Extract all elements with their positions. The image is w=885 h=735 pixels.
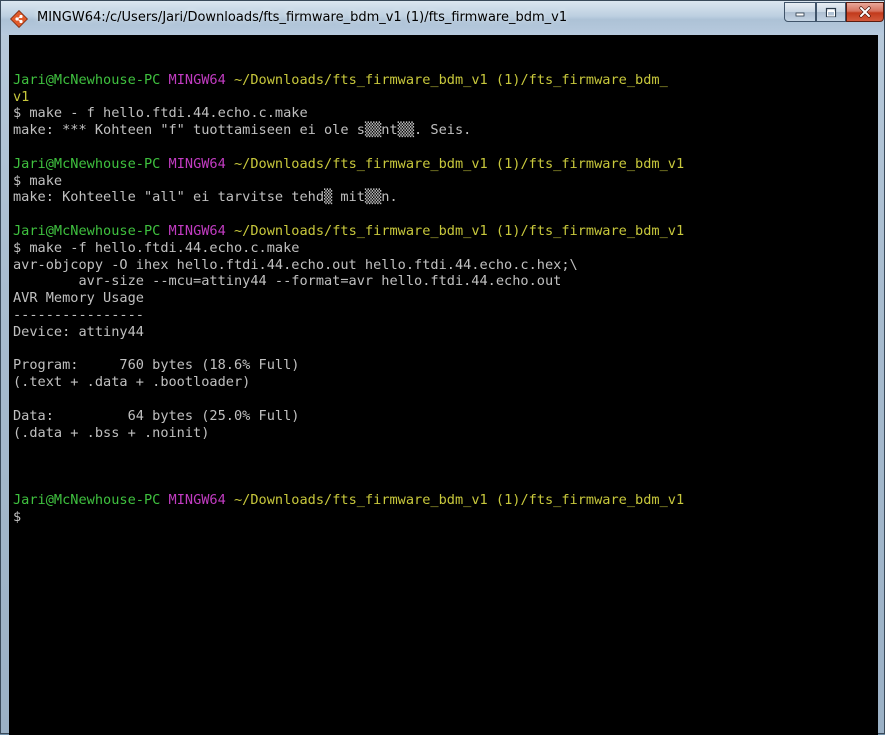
- terminal-window: MINGW64:/c/Users/Jari/Downloads/fts_firm…: [0, 0, 885, 735]
- terminal-segment-out: [226, 492, 234, 508]
- mingw-git-icon: [10, 10, 28, 28]
- terminal-segment-out: $ make -f hello.ftdi.44.echo.c.make: [13, 239, 300, 256]
- terminal-segment-out: avr-objcopy -O ihex hello.ftdi.44.echo.o…: [13, 256, 578, 273]
- terminal-segment-out: Program: 760 bytes (18.6% Full): [13, 357, 300, 374]
- terminal-segment-out: $ make: [13, 172, 63, 189]
- close-icon: [859, 6, 871, 18]
- terminal-segment-out: [160, 156, 168, 172]
- terminal-segment-out: [226, 156, 234, 172]
- terminal-segment-env: MINGW64: [168, 222, 226, 239]
- terminal-segment-out: make: *** Kohteen "f" tuottamiseen ei ol…: [13, 122, 472, 139]
- terminal-line: avr-size --mcu=attiny44 --format=avr hel…: [13, 273, 684, 290]
- terminal-line: $: [13, 509, 684, 526]
- terminal-scrollbar[interactable]: [870, 35, 878, 735]
- terminal-line: (.data + .bss + .noinit): [13, 425, 684, 442]
- terminal-segment-out: make: Kohteelle "all" ei tarvitse tehd▒ …: [13, 189, 398, 206]
- terminal-segment-out: (.text + .data + .bootloader): [13, 374, 251, 391]
- terminal-segment-out: (.data + .bss + .noinit): [13, 424, 210, 441]
- close-button[interactable]: [846, 2, 884, 22]
- terminal-segment-out: avr-size --mcu=attiny44 --format=avr hel…: [13, 273, 562, 290]
- terminal-line: v1: [13, 89, 684, 106]
- terminal-segment-env: MINGW64: [168, 155, 226, 172]
- title-bar[interactable]: MINGW64:/c/Users/Jari/Downloads/fts_firm…: [1, 1, 884, 35]
- terminal-line: Jari@McNewhouse-PC MINGW64 ~/Downloads/f…: [13, 223, 684, 240]
- terminal-line: (.text + .data + .bootloader): [13, 374, 684, 391]
- terminal-line: Program: 760 bytes (18.6% Full): [13, 357, 684, 374]
- terminal-segment-out: AVR Memory Usage: [13, 290, 144, 307]
- terminal-segment-out: $ make - f hello.ftdi.44.echo.c.make: [13, 105, 308, 122]
- terminal-line: $ make - f hello.ftdi.44.echo.c.make: [13, 105, 684, 122]
- maximize-button[interactable]: [816, 2, 846, 22]
- terminal-segment-out: Data: 64 bytes (25.0% Full): [13, 407, 300, 424]
- terminal-segment-out: [226, 72, 234, 88]
- terminal-segment-out: $: [13, 508, 22, 525]
- terminal-segment-out: ----------------: [13, 306, 144, 323]
- minimize-icon: [795, 12, 805, 17]
- terminal-segment-path: v1: [13, 88, 30, 105]
- terminal-line: Data: 64 bytes (25.0% Full): [13, 408, 684, 425]
- window-title: MINGW64:/c/Users/Jari/Downloads/fts_firm…: [37, 10, 568, 25]
- terminal-line: make: Kohteelle "all" ei tarvitse tehd▒ …: [13, 189, 684, 206]
- terminal-segment-path: ~/Downloads/fts_firmware_bdm_v1 (1)/fts_…: [234, 491, 685, 508]
- terminal-segment-out: [160, 72, 168, 88]
- terminal-line: make: *** Kohteen "f" tuottamiseen ei ol…: [13, 122, 684, 139]
- terminal-line: Device: attiny44: [13, 324, 684, 341]
- terminal-segment-user: Jari@McNewhouse-PC: [13, 71, 161, 88]
- terminal-segment-user: Jari@McNewhouse-PC: [13, 491, 161, 508]
- terminal-line: $ make: [13, 173, 684, 190]
- terminal-segment-out: [160, 223, 168, 239]
- terminal-line: Jari@McNewhouse-PC MINGW64 ~/Downloads/f…: [13, 72, 684, 89]
- terminal-line: $ make -f hello.ftdi.44.echo.c.make: [13, 240, 684, 257]
- terminal-line: avr-objcopy -O ihex hello.ftdi.44.echo.o…: [13, 257, 684, 274]
- terminal-line: AVR Memory Usage: [13, 290, 684, 307]
- terminal-line: Jari@McNewhouse-PC MINGW64 ~/Downloads/f…: [13, 156, 684, 173]
- terminal-segment-env: MINGW64: [168, 71, 226, 88]
- terminal-segment-out: [226, 223, 234, 239]
- terminal-text: Jari@McNewhouse-PC MINGW64 ~/Downloads/f…: [13, 55, 684, 525]
- terminal-segment-path: ~/Downloads/fts_firmware_bdm_v1 (1)/fts_…: [234, 222, 685, 239]
- terminal-segment-out: [160, 492, 168, 508]
- terminal-segment-user: Jari@McNewhouse-PC: [13, 155, 161, 172]
- terminal-segment-path: ~/Downloads/fts_firmware_bdm_v1 (1)/fts_…: [234, 155, 685, 172]
- terminal-output-area[interactable]: Jari@McNewhouse-PC MINGW64 ~/Downloads/f…: [9, 35, 878, 735]
- terminal-segment-out: Device: attiny44: [13, 323, 144, 340]
- maximize-icon: [825, 7, 837, 17]
- terminal-segment-user: Jari@McNewhouse-PC: [13, 222, 161, 239]
- terminal-line: ----------------: [13, 307, 684, 324]
- terminal-segment-path: ~/Downloads/fts_firmware_bdm_v1 (1)/fts_…: [234, 71, 668, 88]
- terminal-segment-env: MINGW64: [168, 491, 226, 508]
- terminal-line: Jari@McNewhouse-PC MINGW64 ~/Downloads/f…: [13, 492, 684, 509]
- minimize-button[interactable]: [784, 2, 816, 22]
